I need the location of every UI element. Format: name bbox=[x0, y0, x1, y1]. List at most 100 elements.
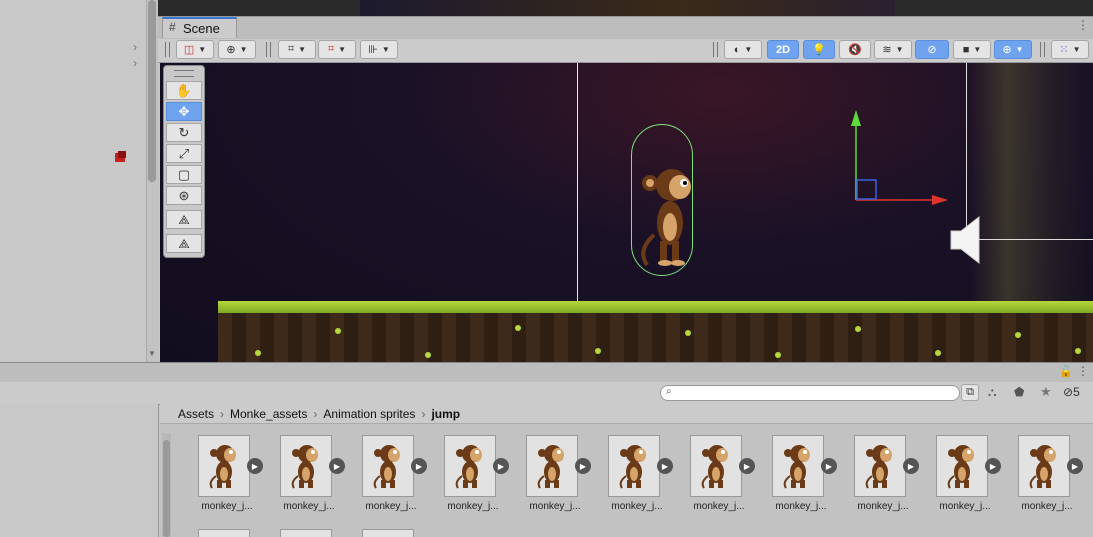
lighting-toggle-button[interactable]: 💡 bbox=[803, 40, 835, 59]
toolbar-grip[interactable] bbox=[1040, 42, 1045, 57]
asset-item[interactable]: ▶ monkey_j... bbox=[362, 435, 432, 515]
asset-item[interactable]: ▶ monkey_j... bbox=[690, 435, 760, 515]
asset-label: monkey_j... bbox=[447, 501, 499, 512]
asset-item[interactable]: ▶ monkey_j... bbox=[854, 435, 924, 515]
lock-icon[interactable]: 🔓 bbox=[1059, 365, 1073, 378]
rect-tool-button[interactable]: ▢ bbox=[166, 165, 202, 184]
draw-mode-dropdown[interactable]: ◫ ▼ bbox=[176, 40, 214, 59]
asset-thumbnail[interactable] bbox=[280, 529, 332, 537]
search-input[interactable] bbox=[677, 387, 951, 401]
asset-item[interactable]: ▶ monkey_j... bbox=[1018, 435, 1088, 515]
asset-thumbnail[interactable] bbox=[936, 435, 988, 497]
breadcrumb-item[interactable]: Monke_assets bbox=[230, 407, 307, 421]
hidden-packages-toggle[interactable]: ⊘ 5 bbox=[1063, 385, 1080, 399]
expand-play-icon[interactable]: ▶ bbox=[575, 458, 591, 474]
expand-play-icon[interactable]: ▶ bbox=[1067, 458, 1083, 474]
toggle-2d-button[interactable]: 2D bbox=[767, 40, 799, 59]
hierarchy-scroll-thumb[interactable] bbox=[148, 0, 156, 182]
expand-play-icon[interactable]: ▶ bbox=[411, 458, 427, 474]
move-tool-button[interactable]: ✥ bbox=[166, 102, 202, 121]
tab-scene[interactable]: # Scene bbox=[162, 17, 237, 38]
gizmos-dropdown[interactable]: ⊕ ▼ bbox=[994, 40, 1032, 59]
asset-thumbnail[interactable] bbox=[362, 435, 414, 497]
asset-item[interactable]: ▶ monkey_j... bbox=[936, 435, 1006, 515]
snap-settings-dropdown[interactable]: ⊪ ▼ bbox=[360, 40, 398, 59]
asset-item[interactable]: ▶ monkey_j... bbox=[280, 435, 350, 515]
gizmo-plane-handle[interactable] bbox=[856, 179, 877, 200]
asset-thumbnail[interactable] bbox=[198, 435, 250, 497]
asset-item[interactable]: ▶ monkey_j... bbox=[608, 435, 678, 515]
star-favorites-icon[interactable]: ★ bbox=[1040, 384, 1052, 400]
asset-thumbnail[interactable] bbox=[608, 435, 660, 497]
scroll-down-icon[interactable]: ▼ bbox=[148, 349, 156, 358]
custom-tool-button[interactable]: ⟁ bbox=[166, 234, 202, 253]
global-local-dropdown[interactable]: ⊕ ▼ bbox=[218, 40, 256, 59]
scale-tool-button[interactable]: ⤢ bbox=[166, 144, 202, 163]
expand-play-icon[interactable]: ▶ bbox=[903, 458, 919, 474]
custom-tool-button[interactable]: ⟁ bbox=[166, 210, 202, 229]
expand-play-icon[interactable]: ▶ bbox=[657, 458, 673, 474]
more-options-icon[interactable]: ⋮ bbox=[1077, 364, 1089, 378]
label-tag-icon[interactable]: ⬟ bbox=[1014, 385, 1024, 399]
camera-settings-dropdown[interactable]: ■ ▼ bbox=[953, 40, 991, 59]
audio-source-icon[interactable] bbox=[949, 215, 985, 265]
project-folder-tree[interactable] bbox=[0, 404, 159, 537]
asset-thumbnail[interactable] bbox=[772, 435, 824, 497]
monkey-sprite-icon bbox=[780, 440, 816, 493]
scene-view[interactable] bbox=[160, 63, 1093, 362]
grid-snap-dropdown[interactable]: ⌗ ▼ bbox=[278, 40, 316, 59]
overlays-dropdown[interactable]: ⁙ ▼ bbox=[1051, 40, 1089, 59]
expand-play-icon[interactable]: ▶ bbox=[739, 458, 755, 474]
filter-by-type-icon[interactable]: ⛬ bbox=[988, 385, 996, 400]
breadcrumb-item[interactable]: Assets bbox=[178, 407, 214, 421]
palette-grip[interactable] bbox=[174, 70, 194, 77]
toolbar-grip[interactable] bbox=[266, 42, 271, 57]
asset-thumbnail[interactable] bbox=[526, 435, 578, 497]
scene-visibility-toggle[interactable]: ⊘ bbox=[915, 40, 949, 59]
breadcrumb-item[interactable]: Animation sprites bbox=[323, 407, 415, 421]
gizmo-x-arrow[interactable] bbox=[932, 195, 948, 205]
asset-thumbnail[interactable] bbox=[1018, 435, 1070, 497]
chevron-right-icon[interactable]: › bbox=[133, 56, 137, 70]
chevron-right-icon[interactable]: › bbox=[133, 40, 137, 54]
effects-dropdown[interactable]: ≋ ▼ bbox=[874, 40, 912, 59]
search-field[interactable]: ⌕ bbox=[660, 385, 960, 401]
editor-tool-icon: ⟁ bbox=[178, 235, 190, 251]
increment-snap-dropdown[interactable]: ⌗ ▼ bbox=[318, 40, 356, 59]
asset-item[interactable]: ▶ monkey_j... bbox=[198, 435, 268, 515]
asset-thumbnail[interactable] bbox=[854, 435, 906, 497]
transform-tool-button[interactable]: ⊛ bbox=[166, 186, 202, 205]
shading-mode-dropdown[interactable]: ◐ ▼ bbox=[724, 40, 762, 59]
expand-play-icon[interactable]: ▶ bbox=[493, 458, 509, 474]
expand-play-icon[interactable]: ▶ bbox=[329, 458, 345, 474]
expand-play-icon[interactable]: ▶ bbox=[247, 458, 263, 474]
toolbar-grip[interactable] bbox=[713, 42, 718, 57]
asset-item[interactable]: ▶ monkey_j... bbox=[772, 435, 842, 515]
rotate-icon: ↻ bbox=[178, 124, 190, 140]
monkey-sprite-icon bbox=[862, 440, 898, 493]
move-gizmo[interactable] bbox=[850, 108, 950, 208]
asset-thumbnail[interactable] bbox=[362, 529, 414, 537]
gizmo-y-arrow[interactable] bbox=[851, 110, 861, 126]
expand-play-icon[interactable]: ▶ bbox=[821, 458, 837, 474]
asset-label: monkey_j... bbox=[857, 501, 909, 512]
audio-toggle-button[interactable]: 🔇 bbox=[839, 40, 871, 59]
chevron-down-icon: ▼ bbox=[239, 45, 248, 54]
asset-thumbnail[interactable] bbox=[444, 435, 496, 497]
more-options-icon[interactable]: ⋮ bbox=[1077, 18, 1089, 32]
asset-thumbnail[interactable] bbox=[198, 529, 250, 537]
asset-thumbnail[interactable] bbox=[690, 435, 742, 497]
asset-item[interactable]: ▶ monkey_j... bbox=[444, 435, 514, 515]
toolbar-grip[interactable] bbox=[165, 42, 170, 57]
asset-grid-scroll-thumb[interactable] bbox=[163, 440, 170, 537]
breadcrumb-current[interactable]: jump bbox=[431, 407, 460, 421]
asset-item[interactable]: ▶ monkey_j... bbox=[526, 435, 596, 515]
monkey-sprite-icon bbox=[370, 440, 406, 493]
monkey-sprite[interactable] bbox=[632, 155, 702, 270]
hidden-count: 5 bbox=[1073, 385, 1080, 399]
expand-play-icon[interactable]: ▶ bbox=[985, 458, 1001, 474]
rotate-tool-button[interactable]: ↻ bbox=[166, 123, 202, 142]
hand-tool-button[interactable]: ✋ bbox=[166, 81, 202, 100]
asset-thumbnail[interactable] bbox=[280, 435, 332, 497]
search-by-type-button[interactable]: ⧉ bbox=[961, 384, 979, 401]
